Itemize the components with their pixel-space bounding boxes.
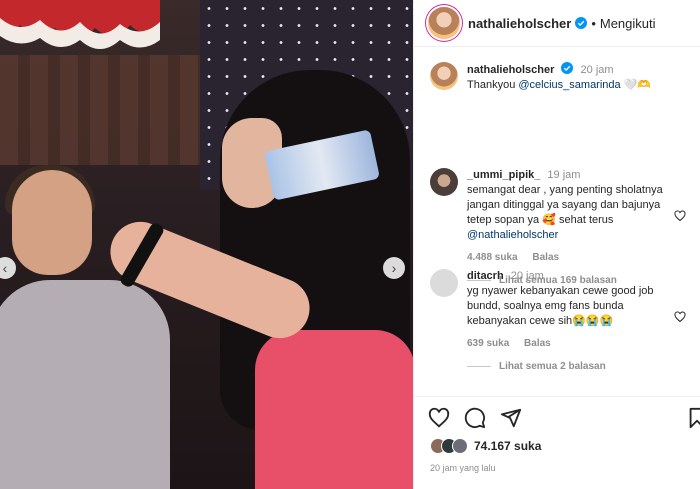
carousel-next-button[interactable]: › (383, 257, 405, 279)
caption-body: Thankyou (467, 79, 519, 91)
caption-time: 20 jam (580, 64, 614, 76)
comment-text: semangat dear , yang penting sholatnya j… (467, 183, 687, 243)
like-icon[interactable] (428, 407, 450, 429)
caption-text: Thankyou @celcius_samarinda 🤍🫶 (467, 78, 651, 93)
bunting-decoration (0, 0, 160, 49)
comment-meta: 639 suka Balas (467, 338, 687, 349)
comment-header: ditacrh 20 jam (467, 269, 687, 283)
comment-mention[interactable]: @nathalieholscher (467, 229, 558, 241)
likes-count[interactable]: 74.167 suka (474, 439, 541, 453)
author-avatar[interactable] (428, 7, 460, 39)
chevron-left-icon: ‹ (2, 260, 8, 276)
commenter-username[interactable]: ditacrh (467, 270, 504, 282)
verified-badge-icon (575, 17, 588, 29)
reply-button[interactable]: Balas (524, 338, 551, 349)
carousel-prev-button[interactable]: ‹ (0, 257, 16, 279)
comment-time: 20 jam (510, 270, 544, 282)
comment-meta: 4.488 suka Balas (467, 252, 687, 263)
post-header: nathalieholscher • Mengikuti (414, 0, 700, 47)
save-button[interactable] (687, 407, 700, 429)
comment-text: yg nyawer kebanyakan cewe good job bundd… (467, 285, 654, 327)
caption-username[interactable]: nathalieholscher (467, 64, 554, 76)
bookmark-icon (689, 407, 700, 429)
comment-time: 19 jam (547, 169, 581, 181)
comment-likes[interactable]: 4.488 suka (467, 252, 518, 263)
caption: nathalieholscher 20 jam Thankyou @celciu… (414, 62, 665, 93)
following-button[interactable]: Mengikuti (600, 16, 656, 31)
view-replies-button[interactable]: Lihat semua 2 balasan (467, 361, 687, 372)
action-icons (428, 407, 522, 429)
comment-icon[interactable] (464, 407, 486, 429)
person-left-body (0, 280, 170, 489)
like-heart-icon[interactable] (674, 210, 686, 222)
comment-body: semangat dear , yang penting sholatnya j… (467, 184, 663, 226)
caption-avatar[interactable] (430, 62, 458, 90)
reply-button[interactable]: Balas (532, 252, 559, 263)
header-separator: • (591, 15, 596, 31)
post-sidebar: nathalieholscher • Mengikuti nathaliehol… (413, 0, 700, 489)
chevron-right-icon: › (391, 260, 397, 276)
action-bar: 74.167 suka 20 jam yang lalu (414, 396, 700, 489)
verified-badge-icon (561, 62, 574, 74)
caption-header: nathalieholscher 20 jam (467, 62, 651, 77)
commenter-avatar[interactable] (430, 168, 458, 196)
comment-item: ditacrh 20 jam yg nyawer kebanyakan cewe… (414, 269, 700, 372)
liker-avatar (452, 438, 468, 454)
author-username[interactable]: nathalieholscher (468, 16, 571, 31)
comments-list[interactable]: nathalieholscher 20 jam Thankyou @celciu… (414, 48, 700, 396)
background-wall (0, 55, 200, 165)
comment-likes[interactable]: 639 suka (467, 338, 509, 349)
post-timestamp: 20 jam yang lalu (430, 463, 496, 473)
share-icon[interactable] (500, 407, 522, 429)
caption-mention[interactable]: @celcius_samarinda (518, 79, 620, 91)
commenter-avatar[interactable] (430, 269, 458, 297)
like-heart-icon[interactable] (674, 311, 686, 323)
post-photo[interactable]: ‹ › (0, 0, 413, 489)
commenter-username[interactable]: _ummi_pipik_ (467, 169, 540, 181)
caption-emoji: 🤍🫶 (620, 79, 652, 91)
person-left-face (12, 170, 92, 275)
person-right-dress (255, 330, 413, 489)
comment-header: _ummi_pipik_ 19 jam (467, 168, 687, 182)
likes-summary[interactable]: 74.167 suka (430, 438, 541, 454)
